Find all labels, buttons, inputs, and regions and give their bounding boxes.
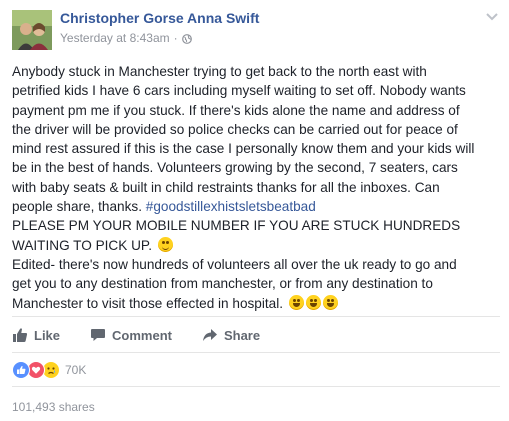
laughing-emoji-icon bbox=[305, 294, 321, 310]
post-text: people share, thanks. bbox=[12, 199, 146, 215]
post-text: Manchester to visit those effected in ho… bbox=[12, 295, 287, 311]
post-text-line: WAITING TO PICK UP. bbox=[12, 236, 500, 255]
avatar[interactable] bbox=[12, 10, 52, 50]
divider bbox=[12, 352, 500, 353]
post-text-line: Manchester to visit those effected in ho… bbox=[12, 294, 500, 313]
post-text-line: PLEASE PM YOUR MOBILE NUMBER IF YOU ARE … bbox=[12, 218, 461, 234]
chevron-down-icon[interactable] bbox=[484, 10, 500, 22]
share-arrow-icon bbox=[202, 329, 217, 341]
hashtag-link[interactable]: #goodstillexhistsletsbeatbad bbox=[146, 199, 316, 214]
laughing-emoji-icon bbox=[322, 294, 338, 310]
action-bar: Like Comment Share bbox=[12, 322, 290, 348]
timestamp[interactable]: Yesterday at 8:43am bbox=[60, 31, 170, 45]
like-button[interactable]: Like bbox=[12, 322, 60, 348]
post-body: Anybody stuck in Manchester trying to ge… bbox=[12, 62, 500, 313]
post-text-line: people share, thanks. #goodstillexhistsl… bbox=[12, 197, 500, 216]
like-icon bbox=[12, 361, 30, 379]
post-text-line: Anybody stuck in Manchester trying to ge… bbox=[12, 64, 427, 79]
author-name[interactable]: Christopher Gorse Anna Swift bbox=[60, 10, 259, 26]
share-button[interactable]: Share bbox=[202, 322, 260, 348]
post-text-line: the driver will be provided so police ch… bbox=[12, 121, 458, 137]
share-count[interactable]: 101,493 shares bbox=[12, 400, 95, 414]
post-text: WAITING TO PICK UP. bbox=[12, 237, 156, 253]
comment-button[interactable]: Comment bbox=[90, 322, 172, 348]
share-label: Share bbox=[223, 327, 261, 343]
comment-icon bbox=[91, 329, 106, 341]
laughing-emoji-icon bbox=[288, 294, 304, 310]
reaction-count[interactable]: 70K bbox=[65, 363, 86, 377]
thumbs-up-icon bbox=[13, 328, 28, 342]
post-text-line: with baby seats & built in child restrai… bbox=[12, 179, 440, 195]
reaction-summary[interactable]: 70K bbox=[12, 361, 86, 379]
post-text-line: Edited- there's now hundreds of voluntee… bbox=[12, 256, 457, 272]
facebook-post: Christopher Gorse Anna Swift Yesterday a… bbox=[0, 0, 509, 421]
post-text-line: be in the best of hands. Volunteers grow… bbox=[12, 160, 458, 176]
post-text-line: mind rest assured if this is the case I … bbox=[12, 141, 475, 157]
globe-icon bbox=[181, 33, 192, 44]
comment-label: Comment bbox=[112, 327, 172, 343]
meta-separator: · bbox=[173, 31, 178, 45]
smile-emoji-icon bbox=[157, 236, 173, 252]
post-text-line: get you to any destination from manchest… bbox=[12, 276, 433, 292]
post-text-line: petrified kids I have 6 cars including m… bbox=[12, 83, 466, 99]
post-text-line: payment pm me if you stuck. If there's k… bbox=[12, 102, 460, 118]
divider bbox=[12, 386, 500, 387]
avatar-photo bbox=[12, 10, 52, 50]
post-meta: Yesterday at 8:43am · bbox=[60, 31, 192, 45]
divider bbox=[12, 316, 500, 317]
like-label: Like bbox=[34, 327, 61, 343]
